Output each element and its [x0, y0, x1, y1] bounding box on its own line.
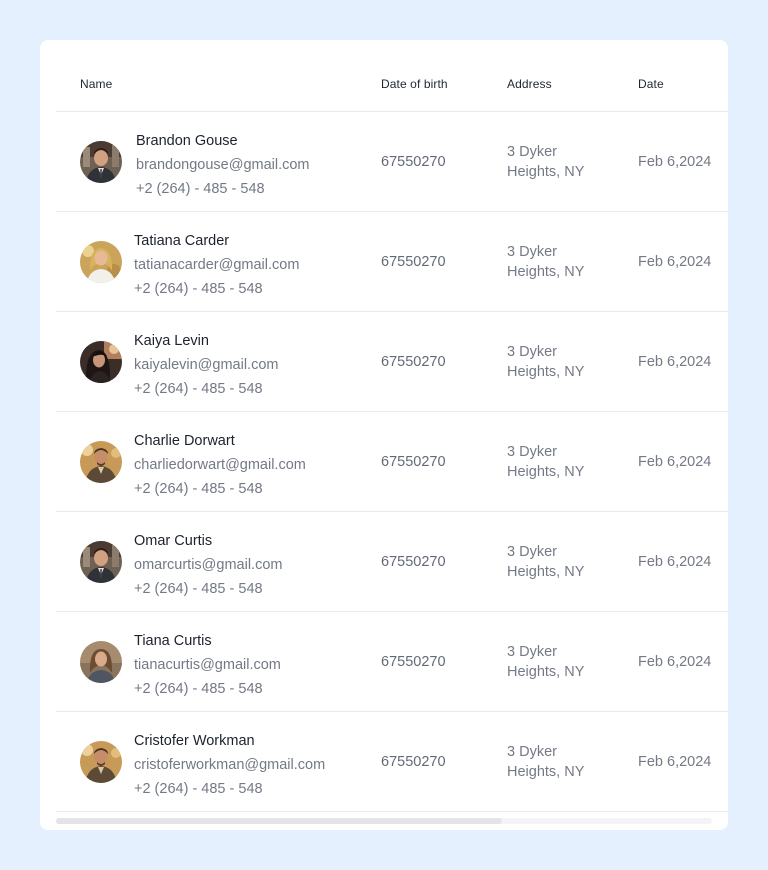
table-header: Name Date of birth Address Date [56, 40, 728, 112]
person-phone: +2 (264) - 485 - 548 [134, 581, 263, 597]
person-phone: +2 (264) - 485 - 548 [134, 381, 263, 397]
table-row[interactable]: Tatiana Carder tatianacarder@gmail.com +2 … [56, 212, 728, 312]
contact-block: Tiana Curtis tianacurtis@gmail.com +2 (264… [134, 629, 281, 701]
date-of-birth-cell: 67550270 [381, 754, 446, 770]
date-of-birth-cell: 67550270 [381, 554, 446, 570]
column-header-address[interactable]: Address [507, 77, 552, 91]
contact-block: Charlie Dorwart charliedorwart@gmail.com +… [134, 429, 306, 501]
users-table-card: Name Date of birth Address Date Brandon … [40, 40, 728, 830]
person-email: tianacurtis@gmail.com [134, 657, 281, 673]
person-name: Tatiana Carder [134, 233, 230, 249]
avatar [80, 241, 122, 283]
avatar [80, 641, 122, 683]
table-row[interactable]: Charlie Dorwart charliedorwart@gmail.com +… [56, 412, 728, 512]
person-email: cristoferworkman@gmail.com [134, 757, 326, 773]
person-email: kaiyalevin@gmail.com [134, 357, 279, 373]
column-header-name[interactable]: Name [80, 77, 112, 91]
column-header-date[interactable]: Date [638, 77, 664, 91]
table-row[interactable]: Tiana Curtis tianacurtis@gmail.com +2 (264… [56, 612, 728, 712]
person-name: Charlie Dorwart [134, 433, 235, 449]
date-cell: Feb 6,2024 [638, 454, 712, 470]
address-cell: 3 Dyker Heights, NY [507, 344, 585, 380]
contact-block: Kaiya Levin kaiyalevin@gmail.com +2 (264) … [134, 329, 278, 401]
date-cell: Feb 6,2024 [638, 354, 712, 370]
avatar [80, 341, 122, 383]
person-email: charliedorwart@gmail.com [134, 457, 306, 473]
person-phone: +2 (264) - 485 - 548 [134, 481, 263, 497]
date-cell: Feb 6,2024 [638, 754, 712, 770]
table-row[interactable]: Omar Curtis omarcurtis@gmail.com +2 (264) … [56, 512, 728, 612]
date-of-birth-cell: 67550270 [381, 654, 446, 670]
contact-block: Brandon Gouse brandongouse@gmail.com +2 (2… [136, 129, 310, 201]
address-cell: 3 Dyker Heights, NY [507, 144, 585, 180]
person-email: brandongouse@gmail.com [136, 157, 310, 173]
person-name: Brandon Gouse [136, 133, 238, 149]
address-cell: 3 Dyker Heights, NY [507, 744, 585, 780]
contact-block: Tatiana Carder tatianacarder@gmail.com +2 … [134, 229, 299, 301]
person-phone: +2 (264) - 485 - 548 [134, 281, 263, 297]
table-row[interactable]: Kaiya Levin kaiyalevin@gmail.com +2 (264) … [56, 312, 728, 412]
date-of-birth-cell: 67550270 [381, 154, 446, 170]
person-email: tatianacarder@gmail.com [134, 257, 300, 273]
avatar [80, 141, 122, 183]
scrollbar-thumb[interactable] [56, 818, 503, 824]
person-phone: +2 (264) - 485 - 548 [134, 781, 263, 797]
address-cell: 3 Dyker Heights, NY [507, 544, 585, 580]
date-cell: Feb 6,2024 [638, 554, 712, 570]
address-cell: 3 Dyker Heights, NY [507, 444, 585, 480]
users-table: Name Date of birth Address Date Brandon … [56, 40, 728, 812]
date-cell: Feb 6,2024 [638, 254, 712, 270]
person-name: Kaiya Levin [134, 333, 209, 349]
address-cell: 3 Dyker Heights, NY [507, 644, 585, 680]
date-cell: Feb 6,2024 [638, 654, 712, 670]
person-email: omarcurtis@gmail.com [134, 557, 283, 573]
avatar [80, 541, 122, 583]
table-row[interactable]: Brandon Gouse brandongouse@gmail.com +2 (2… [56, 112, 728, 212]
contact-block: Omar Curtis omarcurtis@gmail.com +2 (264) … [134, 529, 282, 601]
avatar [80, 741, 122, 783]
avatar [80, 441, 122, 483]
person-phone: +2 (264) - 485 - 548 [134, 681, 263, 697]
horizontal-scrollbar[interactable] [56, 818, 712, 824]
person-name: Cristofer Workman [134, 733, 255, 749]
contact-block: Cristofer Workman cristoferworkman@gmail.… [134, 729, 325, 801]
column-header-dob[interactable]: Date of birth [381, 77, 448, 91]
table-row[interactable]: Cristofer Workman cristoferworkman@gmail.… [56, 712, 728, 812]
address-cell: 3 Dyker Heights, NY [507, 244, 585, 280]
table-body: Brandon Gouse brandongouse@gmail.com +2 (2… [56, 112, 728, 812]
date-of-birth-cell: 67550270 [381, 354, 446, 370]
person-name: Tiana Curtis [134, 633, 212, 649]
person-phone: +2 (264) - 485 - 548 [136, 181, 265, 197]
person-name: Omar Curtis [134, 533, 213, 549]
date-of-birth-cell: 67550270 [381, 254, 446, 270]
date-cell: Feb 6,2024 [638, 154, 712, 170]
date-of-birth-cell: 67550270 [381, 454, 446, 470]
